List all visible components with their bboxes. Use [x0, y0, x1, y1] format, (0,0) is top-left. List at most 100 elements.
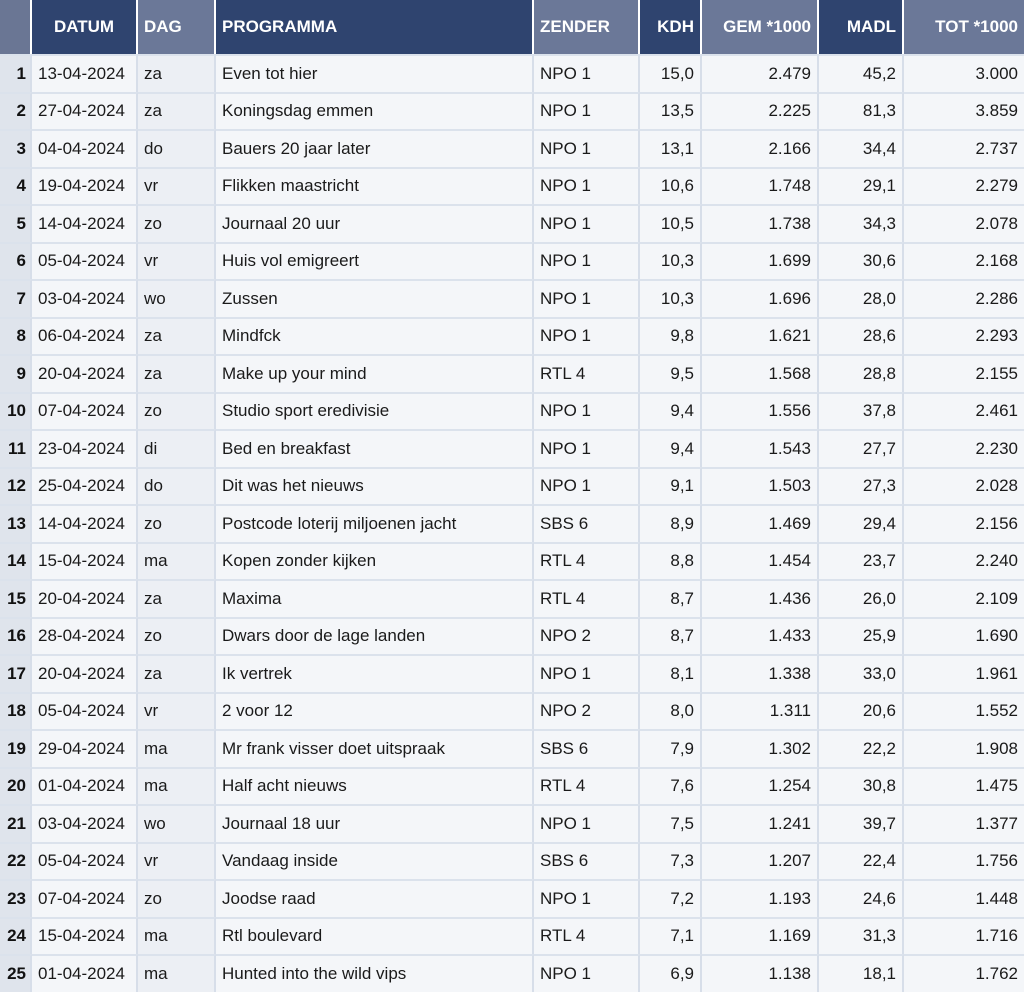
cell-madl: 20,6	[819, 691, 904, 729]
header-zender[interactable]: ZENDER	[534, 0, 640, 54]
cell-madl: 22,2	[819, 729, 904, 767]
cell-dag: zo	[138, 391, 216, 429]
cell-madl: 29,1	[819, 166, 904, 204]
cell-dag: zo	[138, 504, 216, 542]
header-madl[interactable]: MADL	[819, 0, 904, 54]
cell-dag: vr	[138, 166, 216, 204]
cell-gem: 1.207	[702, 841, 819, 879]
cell-datum: 19-04-2024	[32, 166, 138, 204]
table-row[interactable]: 17 20-04-2024 za Ik vertrek NPO 1 8,1 1.338 33,…	[0, 654, 1024, 692]
table-row[interactable]: 21 03-04-2024 wo Journaal 18 uur NPO 1 7,5 1.2…	[0, 804, 1024, 842]
header-row: DATUM DAG PROGRAMMA ZENDER KDH GEM *1000…	[0, 0, 1024, 54]
cell-tot: 2.168	[904, 241, 1024, 279]
table-row[interactable]: 11 23-04-2024 di Bed en breakfast NPO 1 9,4 1.…	[0, 429, 1024, 467]
cell-rank: 8	[0, 316, 32, 354]
table-row[interactable]: 7 03-04-2024 wo Zussen NPO 1 10,3 1.696 28,0 2.2…	[0, 279, 1024, 317]
table-row[interactable]: 6 05-04-2024 vr Huis vol emigreert NPO 1 10,3…	[0, 241, 1024, 279]
cell-madl: 27,3	[819, 466, 904, 504]
cell-programma: Ik vertrek	[216, 654, 534, 692]
cell-tot: 1.716	[904, 916, 1024, 954]
cell-zender: SBS 6	[534, 504, 640, 542]
cell-gem: 1.433	[702, 616, 819, 654]
table-row[interactable]: 5 14-04-2024 zo Journaal 20 uur NPO 1 10,5 1.7…	[0, 204, 1024, 242]
cell-datum: 29-04-2024	[32, 729, 138, 767]
cell-datum: 28-04-2024	[32, 616, 138, 654]
cell-gem: 1.169	[702, 916, 819, 954]
cell-tot: 2.279	[904, 166, 1024, 204]
header-kdh[interactable]: KDH	[640, 0, 702, 54]
cell-dag: vr	[138, 691, 216, 729]
cell-zender: NPO 1	[534, 204, 640, 242]
table-row[interactable]: 2 27-04-2024 za Koningsdag emmen NPO 1 13,5 2.…	[0, 91, 1024, 129]
cell-zender: SBS 6	[534, 841, 640, 879]
cell-tot: 1.448	[904, 879, 1024, 917]
cell-rank: 22	[0, 841, 32, 879]
cell-madl: 28,0	[819, 279, 904, 317]
cell-tot: 2.109	[904, 579, 1024, 617]
cell-tot: 1.762	[904, 954, 1024, 992]
cell-zender: NPO 1	[534, 91, 640, 129]
table-row[interactable]: 16 28-04-2024 zo Dwars door de lage landen N…	[0, 616, 1024, 654]
cell-dag: zo	[138, 204, 216, 242]
cell-gem: 1.302	[702, 729, 819, 767]
cell-gem: 1.193	[702, 879, 819, 917]
cell-zender: NPO 1	[534, 129, 640, 167]
cell-madl: 27,7	[819, 429, 904, 467]
cell-rank: 21	[0, 804, 32, 842]
cell-gem: 1.503	[702, 466, 819, 504]
table-row[interactable]: 9 20-04-2024 za Make up your mind RTL 4 9,5 1.…	[0, 354, 1024, 392]
cell-gem: 1.738	[702, 204, 819, 242]
cell-programma: Joodse raad	[216, 879, 534, 917]
cell-rank: 15	[0, 579, 32, 617]
header-tot[interactable]: TOT *1000	[904, 0, 1024, 54]
cell-zender: SBS 6	[534, 729, 640, 767]
cell-kdh: 8,7	[640, 616, 702, 654]
table-row[interactable]: 15 20-04-2024 za Maxima RTL 4 8,7 1.436 26,0 2.1…	[0, 579, 1024, 617]
cell-datum: 05-04-2024	[32, 841, 138, 879]
cell-rank: 18	[0, 691, 32, 729]
table-row[interactable]: 3 04-04-2024 do Bauers 20 jaar later NPO 1 13…	[0, 129, 1024, 167]
cell-zender: NPO 1	[534, 654, 640, 692]
cell-datum: 07-04-2024	[32, 391, 138, 429]
table-row[interactable]: 18 05-04-2024 vr 2 voor 12 NPO 2 8,0 1.311 20,6…	[0, 691, 1024, 729]
cell-zender: NPO 1	[534, 166, 640, 204]
cell-tot: 2.028	[904, 466, 1024, 504]
table-row[interactable]: 25 01-04-2024 ma Hunted into the wild vips N…	[0, 954, 1024, 992]
cell-programma: Bauers 20 jaar later	[216, 129, 534, 167]
cell-zender: NPO 1	[534, 316, 640, 354]
table-row[interactable]: 22 05-04-2024 vr Vandaag inside SBS 6 7,3 1.20…	[0, 841, 1024, 879]
table-row[interactable]: 8 06-04-2024 za Mindfck NPO 1 9,8 1.621 28,6 2.2…	[0, 316, 1024, 354]
cell-zender: NPO 2	[534, 616, 640, 654]
cell-kdh: 8,9	[640, 504, 702, 542]
cell-tot: 2.230	[904, 429, 1024, 467]
cell-kdh: 7,1	[640, 916, 702, 954]
table-row[interactable]: 1 13-04-2024 za Even tot hier NPO 1 15,0 2.479…	[0, 54, 1024, 92]
header-dag[interactable]: DAG	[138, 0, 216, 54]
header-gem[interactable]: GEM *1000	[702, 0, 819, 54]
table-row[interactable]: 20 01-04-2024 ma Half acht nieuws RTL 4 7,6 1.…	[0, 766, 1024, 804]
cell-programma: Even tot hier	[216, 54, 534, 92]
cell-kdh: 10,5	[640, 204, 702, 242]
cell-programma: Maxima	[216, 579, 534, 617]
cell-dag: za	[138, 354, 216, 392]
table-row[interactable]: 10 07-04-2024 zo Studio sport eredivisie NPO…	[0, 391, 1024, 429]
table-row[interactable]: 19 29-04-2024 ma Mr frank visser doet uitsp…	[0, 729, 1024, 767]
cell-datum: 25-04-2024	[32, 466, 138, 504]
cell-programma: Zussen	[216, 279, 534, 317]
cell-zender: NPO 1	[534, 954, 640, 992]
cell-zender: NPO 1	[534, 879, 640, 917]
table-row[interactable]: 24 15-04-2024 ma Rtl boulevard RTL 4 7,1 1.169…	[0, 916, 1024, 954]
cell-madl: 39,7	[819, 804, 904, 842]
header-programma[interactable]: PROGRAMMA	[216, 0, 534, 54]
header-datum[interactable]: DATUM	[32, 0, 138, 54]
table-row[interactable]: 12 25-04-2024 do Dit was het nieuws NPO 1 9,1…	[0, 466, 1024, 504]
table-row[interactable]: 14 15-04-2024 ma Kopen zonder kijken RTL 4 8,…	[0, 541, 1024, 579]
cell-programma: Rtl boulevard	[216, 916, 534, 954]
cell-madl: 33,0	[819, 654, 904, 692]
cell-tot: 3.859	[904, 91, 1024, 129]
table-row[interactable]: 4 19-04-2024 vr Flikken maastricht NPO 1 10,6…	[0, 166, 1024, 204]
table-row[interactable]: 23 07-04-2024 zo Joodse raad NPO 1 7,2 1.193 24…	[0, 879, 1024, 917]
cell-datum: 05-04-2024	[32, 691, 138, 729]
table-row[interactable]: 13 14-04-2024 zo Postcode loterij miljoenen…	[0, 504, 1024, 542]
cell-madl: 34,4	[819, 129, 904, 167]
